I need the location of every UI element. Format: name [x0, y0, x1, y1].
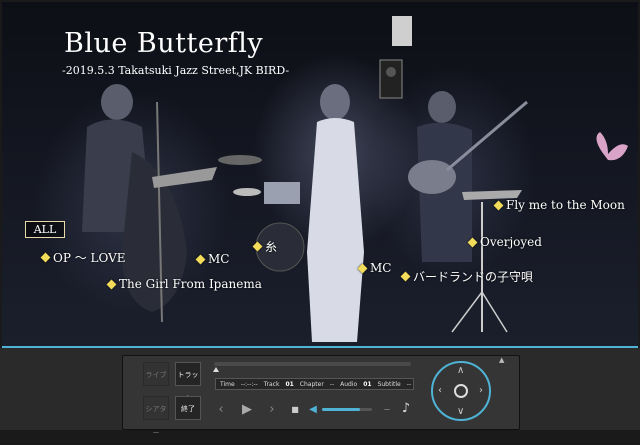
chapter-label: Fly me to the Moon — [506, 198, 625, 212]
down-arrow-icon[interactable]: ∨ — [457, 407, 464, 417]
chapter-label: バードランドの子守唄 — [413, 270, 534, 284]
chapter-item-fly-me-to-the-moon[interactable]: Fly me to the Moon — [493, 198, 625, 212]
video-title: Blue Butterfly — [64, 28, 264, 59]
collapse-caret-icon[interactable]: ▲ — [499, 356, 504, 364]
chapter-label: Chapter — [299, 381, 324, 388]
subtitle-label: Subtitle — [377, 381, 401, 388]
volume-icon[interactable]: ◀ — [308, 402, 318, 418]
subtitle-value: -- — [406, 381, 412, 388]
chapter-label: Overjoyed — [480, 235, 542, 249]
seek-thumb[interactable] — [213, 367, 219, 372]
chapter-label: MC — [370, 261, 392, 275]
chapter-label: MC — [208, 252, 230, 266]
seek-track[interactable] — [214, 362, 411, 366]
volume-fill — [322, 408, 360, 411]
chapter-value: -- — [329, 381, 335, 388]
diamond-marker-icon — [467, 237, 478, 247]
track-button[interactable]: トラック — [175, 362, 201, 403]
diamond-marker-icon — [357, 263, 368, 273]
music-note-icon[interactable]: ♪ — [400, 401, 412, 417]
diamond-marker-icon — [252, 241, 263, 252]
chapter-label: The Girl From Ipanema — [119, 277, 262, 291]
chapter-item-mc-2[interactable]: MC — [357, 261, 392, 275]
chapter-item-birdland-lullaby[interactable]: バードランドの子守唄 — [400, 268, 534, 285]
chapter-item-girl-from-ipanema[interactable]: The Girl From Ipanema — [106, 277, 262, 291]
video-area[interactable]: Blue Butterfly -2019.5.3 Takatsuki Jazz … — [2, 2, 638, 346]
theater-button[interactable]: シアター — [143, 396, 169, 437]
left-arrow-icon[interactable]: ‹ — [438, 386, 442, 396]
previous-chapter-icon[interactable]: ‹ — [214, 402, 228, 418]
chapter-all-button[interactable]: ALL — [25, 221, 65, 238]
play-icon[interactable]: ▶ — [240, 402, 254, 418]
diamond-marker-icon — [400, 271, 411, 282]
track-label: Track — [263, 381, 280, 388]
next-chapter-icon[interactable]: › — [265, 402, 279, 418]
track-value: 01 — [285, 381, 294, 388]
right-arrow-icon[interactable]: › — [479, 386, 483, 396]
up-arrow-icon[interactable]: ∧ — [457, 366, 464, 376]
chapter-label: OP 〜 LOVE — [53, 251, 126, 265]
chapter-item-ito[interactable]: 糸 — [252, 238, 278, 255]
end-button[interactable]: 終了 — [175, 396, 201, 420]
time-value: --:--:-- — [240, 381, 258, 388]
diamond-marker-icon — [493, 200, 504, 210]
chapter-item-op-love[interactable]: OP 〜 LOVE — [40, 249, 126, 266]
live-button[interactable]: ライブ — [143, 362, 169, 386]
time-label: Time — [220, 381, 235, 388]
chapter-item-overjoyed[interactable]: Overjoyed — [467, 235, 542, 249]
status-readout: Time --:--:-- Track 01 Chapter -- Audio … — [215, 378, 414, 390]
volume-slider[interactable] — [322, 408, 372, 411]
dpad-center-button[interactable] — [454, 384, 468, 398]
diamond-marker-icon — [40, 252, 51, 263]
audio-label: Audio — [340, 381, 358, 388]
chapter-label: 糸 — [265, 240, 278, 254]
minus-icon[interactable]: – — [382, 402, 392, 418]
diamond-marker-icon — [106, 279, 117, 289]
chapter-item-mc-1[interactable]: MC — [195, 252, 230, 266]
navigation-dpad[interactable]: ∧ ∨ ‹ › — [431, 361, 491, 421]
stop-icon[interactable]: ■ — [290, 402, 300, 418]
audio-value: 01 — [363, 381, 372, 388]
diamond-marker-icon — [195, 254, 206, 264]
video-subtitle: -2019.5.3 Takatsuki Jazz Street,JK BIRD- — [62, 64, 290, 77]
